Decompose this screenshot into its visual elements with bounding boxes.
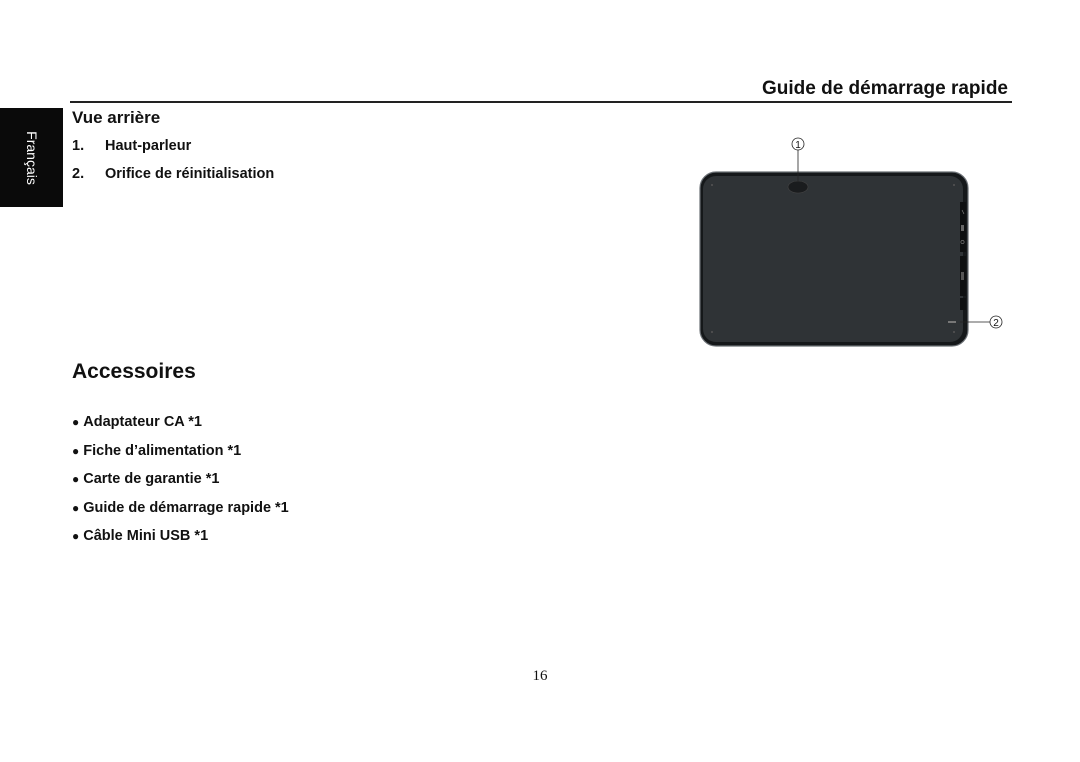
language-tab-label: Français <box>23 130 40 185</box>
item-label: Orifice de réinitialisation <box>105 166 275 182</box>
tablet-back-panel <box>703 176 963 342</box>
item-label: Haut-parleur <box>105 138 192 154</box>
callout-2-label: 2 <box>993 318 999 329</box>
item-number: 2. <box>72 166 85 182</box>
list-item: ● Fiche d’alimentation *1 <box>72 443 289 472</box>
accessories-title: Accessoires <box>72 360 196 383</box>
screw <box>711 184 713 186</box>
list-item-label: Fiche d’alimentation *1 <box>83 442 242 459</box>
list-item: ● Câble Mini USB *1 <box>72 528 289 557</box>
list-item-label: Câble Mini USB *1 <box>83 528 209 544</box>
list-item-label: Carte de garantie *1 <box>83 471 220 487</box>
rear-view-item: 1. Haut-parleur <box>72 138 191 154</box>
list-item-label: Adaptateur CA *1 <box>83 414 202 430</box>
bullet-icon: ● <box>72 443 80 458</box>
bullet-icon: ● <box>72 472 80 486</box>
screw <box>711 331 713 333</box>
page-header-title: Guide de démarrage rapide <box>761 78 1008 99</box>
list-item: ● Adaptateur CA *1 <box>72 414 289 443</box>
reset-hole-label <box>948 321 956 323</box>
rear-view-item: 2. Orifice de réinitialisation <box>72 166 274 182</box>
accessories-list: ● Adaptateur CA *1 ● Fiche d’alimentation … <box>72 414 289 557</box>
bullet-icon: ● <box>72 415 80 429</box>
screw <box>953 184 955 186</box>
bullet-icon: ● <box>72 500 80 515</box>
list-item-label: Guide de démarrage rapide *1 <box>83 499 289 516</box>
callout-1-label: 1 <box>795 140 801 151</box>
bullet-icon: ● <box>72 529 80 543</box>
list-item: ● Carte de garantie *1 <box>72 471 289 500</box>
item-number: 1. <box>72 138 85 154</box>
language-tab: Français <box>0 108 63 207</box>
tablet-rear-illustration: 1 2 <box>699 137 1003 347</box>
list-item: ● Guide de démarrage rapide *1 <box>72 500 289 529</box>
header-divider <box>70 101 1012 103</box>
page-number: 16 <box>532 668 548 684</box>
rear-view-title: Vue arrière <box>72 108 161 127</box>
side-ports-low <box>960 298 966 310</box>
speaker-grille <box>787 180 809 194</box>
screw <box>953 331 955 333</box>
